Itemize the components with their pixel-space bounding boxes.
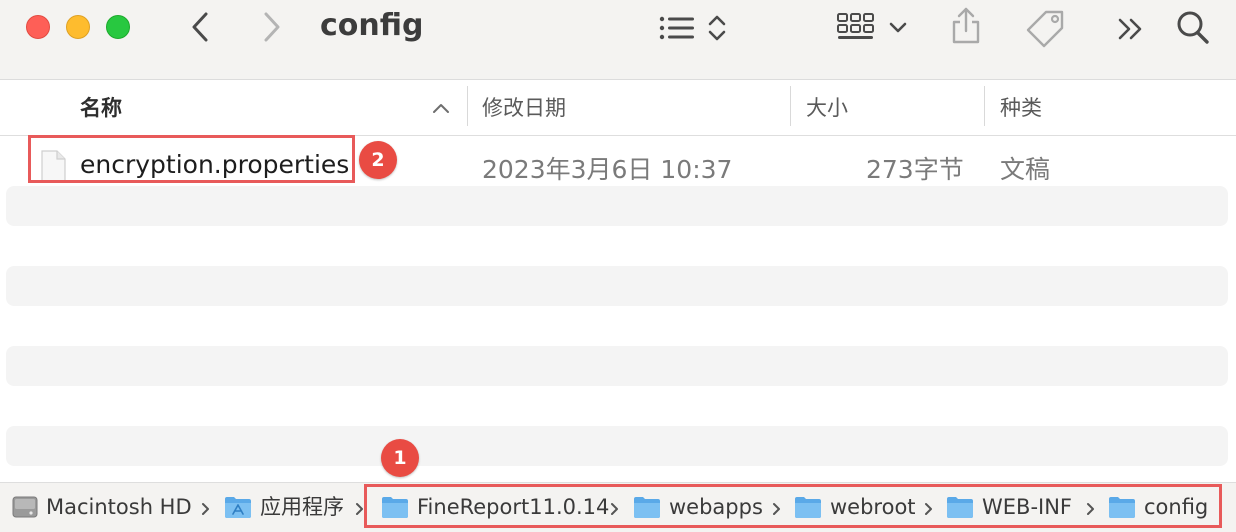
breadcrumb-label: Macintosh HD [46, 495, 192, 519]
minimize-window-button[interactable] [66, 15, 90, 39]
share-icon[interactable] [948, 6, 984, 46]
grid-view-icon[interactable] [836, 12, 876, 44]
window-toolbar: config [0, 0, 1236, 80]
list-view-icon[interactable] [658, 14, 696, 42]
annotation-highlight-file [28, 135, 355, 183]
column-divider[interactable] [790, 86, 791, 126]
close-window-button[interactable] [26, 15, 50, 39]
tag-icon[interactable] [1024, 8, 1068, 48]
column-divider[interactable] [984, 86, 985, 126]
applications-folder-icon [225, 497, 251, 518]
annotation-badge-2: 2 [359, 141, 397, 179]
forward-arrow-icon[interactable] [256, 10, 286, 44]
annotation-badge-1: 1 [381, 439, 419, 477]
sort-toggle-icon[interactable] [706, 12, 728, 44]
zoom-window-button[interactable] [106, 15, 130, 39]
sort-ascending-icon[interactable] [432, 102, 450, 114]
back-arrow-icon[interactable] [186, 10, 216, 44]
window-title: config [320, 8, 424, 43]
file-modified-date: 2023年3月6日 10:37 [482, 155, 733, 184]
disk-icon [12, 496, 38, 518]
annotation-highlight-path [364, 484, 1222, 528]
column-size-header[interactable]: 大小 [806, 92, 848, 122]
more-icon[interactable] [1116, 16, 1146, 42]
empty-row-stripe [6, 426, 1228, 466]
empty-row-stripe [6, 346, 1228, 386]
column-name-header[interactable]: 名称 [80, 92, 122, 122]
search-icon[interactable] [1174, 8, 1212, 48]
column-date-header[interactable]: 修改日期 [482, 92, 566, 122]
breadcrumb-label: 应用程序 [260, 495, 344, 519]
chevron-down-icon[interactable] [888, 18, 908, 38]
column-header: 名称 修改日期 大小 种类 [0, 80, 1236, 136]
chevron-right-icon [202, 503, 209, 515]
column-kind-header[interactable]: 种类 [1000, 92, 1042, 122]
file-kind: 文稿 [1000, 155, 1051, 184]
file-size: 273字节 [866, 155, 964, 184]
empty-row-stripe [6, 266, 1228, 306]
column-divider[interactable] [467, 86, 468, 126]
